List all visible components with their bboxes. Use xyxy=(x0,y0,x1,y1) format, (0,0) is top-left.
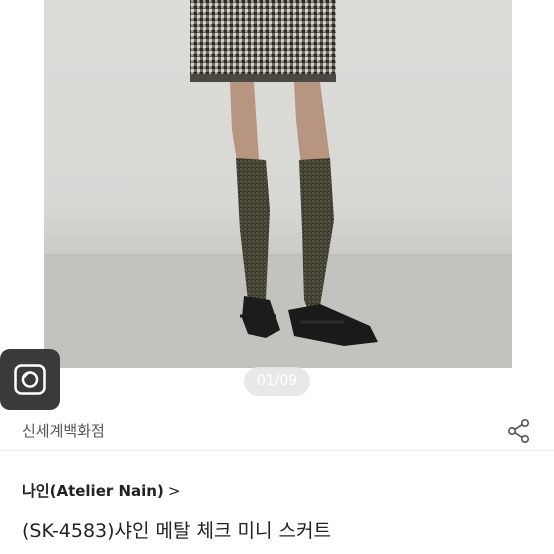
product-photo-illustration xyxy=(44,0,512,368)
product-image-gallery[interactable] xyxy=(0,0,554,368)
camera-icon xyxy=(14,364,46,395)
chevron-right-icon: > xyxy=(167,482,181,500)
image-counter: 01/09 xyxy=(244,367,310,396)
brand-name: 나인(Atelier Nain) xyxy=(22,482,164,500)
product-photo[interactable] xyxy=(44,0,512,368)
camera-button[interactable] xyxy=(0,349,60,410)
section-divider xyxy=(0,450,554,451)
store-name[interactable]: 신세계백화점 xyxy=(22,420,105,441)
brand-link[interactable]: 나인(Atelier Nain) > xyxy=(22,480,180,501)
share-icon[interactable] xyxy=(506,418,532,444)
product-title: (SK-4583)샤인 메탈 체크 미니 스커트 xyxy=(22,520,331,542)
